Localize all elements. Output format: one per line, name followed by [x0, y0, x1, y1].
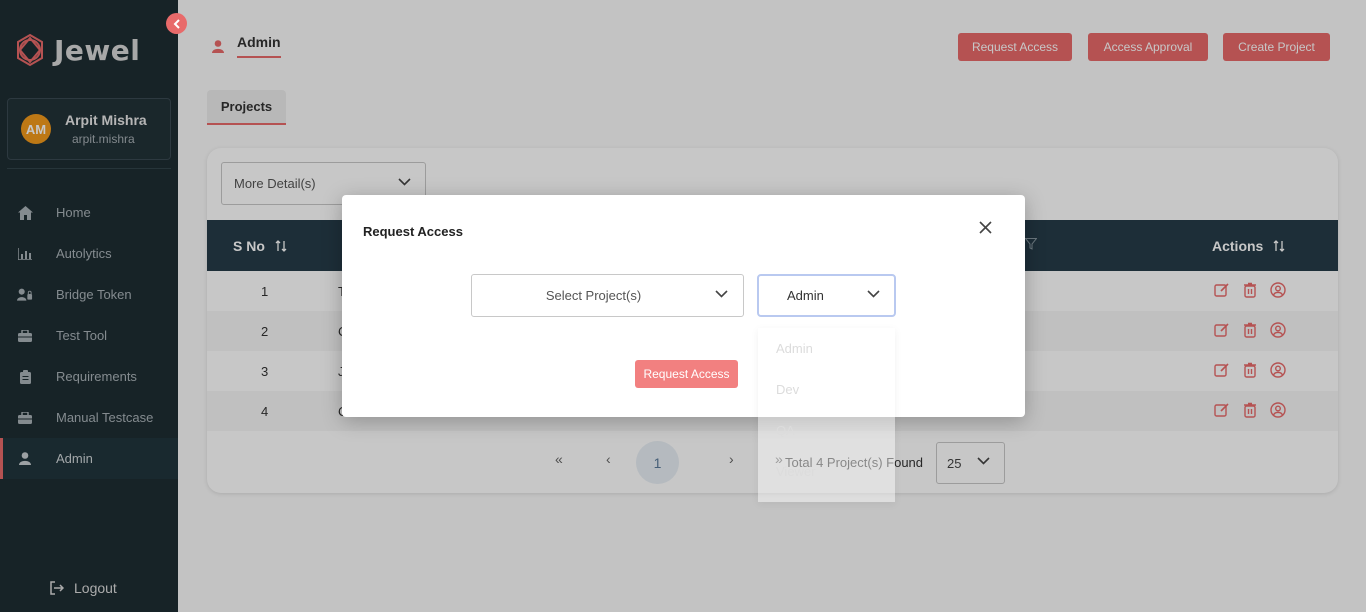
role-option-qa[interactable]: QA — [776, 423, 795, 438]
chevron-down-icon — [867, 290, 880, 298]
project-select[interactable]: Select Project(s) — [471, 274, 744, 317]
submit-request-access-button[interactable]: Request Access — [635, 360, 738, 388]
role-dropdown-menu: Admin Dev QA Viewer — [758, 328, 895, 502]
role-option-admin[interactable]: Admin — [776, 341, 813, 356]
role-select[interactable]: Admin — [757, 274, 896, 317]
close-icon[interactable] — [979, 221, 992, 234]
role-option-dev[interactable]: Dev — [776, 382, 799, 397]
chevron-down-icon — [715, 290, 728, 298]
request-access-modal: Request Access Select Project(s) Admin R… — [342, 195, 1025, 417]
collapse-sidebar-button[interactable] — [166, 13, 187, 34]
modal-title: Request Access — [363, 224, 463, 239]
chevron-left-icon — [173, 18, 180, 29]
project-select-placeholder: Select Project(s) — [545, 288, 642, 303]
role-option-viewer[interactable]: Viewer — [776, 464, 816, 479]
role-select-value: Admin — [787, 288, 824, 303]
